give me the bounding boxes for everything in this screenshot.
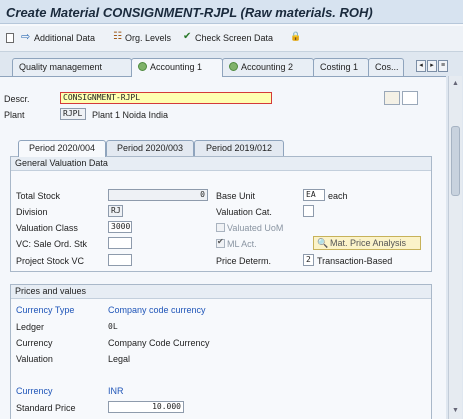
currency-type-value: Company code currency — [108, 305, 206, 315]
project-stock-vc-field[interactable] — [108, 254, 132, 266]
scroll-down-icon[interactable]: ▼ — [451, 406, 460, 415]
tab-scroll-left-button[interactable]: ◂ — [416, 60, 426, 72]
standard-price-label: Standard Price — [16, 403, 76, 413]
document-page-icon[interactable] — [402, 91, 418, 105]
magnifier-icon: 🔍 — [317, 238, 329, 248]
additional-data-button[interactable]: Additional Data — [21, 30, 96, 43]
tab-label: Costing 1 — [320, 62, 359, 72]
total-stock-label: Total Stock — [16, 191, 61, 201]
tab-scroll-right-button[interactable]: ▸ — [427, 60, 437, 72]
tab-accounting-2[interactable]: Accounting 2 — [222, 58, 314, 76]
tab-period-2019-012[interactable]: Period 2019/012 — [194, 140, 284, 156]
valuation-class-label: Valuation Class — [16, 223, 78, 233]
valuated-uom-checkbox[interactable] — [216, 223, 225, 232]
base-unit-text: each — [328, 191, 348, 201]
period-tab-label: Period 2020/003 — [116, 143, 184, 153]
org-tree-icon — [113, 31, 123, 43]
vertical-scrollbar[interactable]: ▲ ▼ — [448, 76, 462, 419]
window-title-bar: Create Material CONSIGNMENT-RJPL (Raw ma… — [0, 0, 463, 24]
tab-label: Accounting 1 — [150, 62, 203, 72]
ml-act-label: ML Act. — [227, 239, 257, 249]
currency-2-label: Currency — [16, 386, 53, 396]
mat-price-analysis-label: Mat. Price Analysis — [330, 238, 407, 248]
new-document-button[interactable] — [6, 33, 14, 43]
vc-sale-ord-stk-label: VC: Sale Ord. Stk — [16, 239, 88, 249]
application-toolbar: Additional Data Org. Levels Check Screen… — [0, 26, 463, 52]
descr-label: Descr. — [4, 94, 30, 104]
valuation-class-field[interactable]: 3000 — [108, 221, 132, 233]
tab-quality-management[interactable]: Quality management — [12, 58, 132, 76]
lock-icon — [290, 31, 301, 43]
tab-period-2020-003[interactable]: Period 2020/003 — [106, 140, 194, 156]
plant-code-field: RJPL — [60, 108, 86, 120]
long-text-icon[interactable] — [384, 91, 400, 105]
plant-label: Plant — [4, 110, 25, 120]
org-levels-button[interactable]: Org. Levels — [113, 31, 172, 43]
description-field[interactable]: CONSIGNMENT-RJPL — [60, 92, 272, 104]
period-tabstrip: Period 2020/004 Period 2020/003 Period 2… — [10, 140, 430, 157]
valuation-label: Valuation — [16, 354, 53, 364]
currency-label: Currency — [16, 338, 53, 348]
price-determ-label: Price Determ. — [216, 256, 272, 266]
check-icon — [183, 31, 193, 43]
org-levels-label: Org. Levels — [125, 33, 172, 43]
currency-value: Company Code Currency — [108, 338, 210, 348]
check-screen-data-label: Check Screen Data — [195, 33, 274, 43]
window-title: Create Material CONSIGNMENT-RJPL (Raw ma… — [6, 5, 373, 20]
tab-label: Quality management — [19, 62, 103, 72]
currency-type-label: Currency Type — [16, 305, 75, 315]
status-ok-icon — [229, 62, 238, 71]
division-field: RJ — [108, 205, 123, 217]
base-unit-label: Base Unit — [216, 191, 256, 201]
base-unit-field[interactable]: EA — [303, 189, 325, 201]
group-title: General Valuation Data — [11, 157, 431, 171]
tab-label: Accounting 2 — [241, 62, 294, 72]
period-tab-label: Period 2019/012 — [205, 143, 273, 153]
valuation-value: Legal — [108, 354, 131, 364]
status-ok-icon — [138, 62, 147, 71]
group-title: Prices and values — [11, 285, 431, 299]
plant-name: Plant 1 Noida India — [92, 110, 169, 120]
price-determ-field[interactable]: 2 — [303, 254, 314, 266]
ml-act-checkbox[interactable] — [216, 237, 225, 248]
period-tab-label: Period 2020/004 — [28, 143, 96, 153]
tab-accounting-1[interactable]: Accounting 1 — [131, 58, 223, 77]
price-determ-text: Transaction-Based — [317, 256, 393, 266]
mat-price-analysis-button[interactable]: 🔍 Mat. Price Analysis — [313, 236, 421, 250]
tab-label: Cos... — [375, 62, 399, 72]
vc-sale-ord-stk-field[interactable] — [108, 237, 132, 249]
arrow-right-icon — [21, 30, 32, 43]
tab-list-button[interactable]: ≡ — [438, 60, 448, 72]
valuation-cat-field[interactable] — [303, 205, 314, 217]
scroll-up-icon[interactable]: ▲ — [451, 79, 460, 88]
standard-price-field[interactable]: 10.000 — [108, 401, 184, 413]
scroll-thumb[interactable] — [451, 126, 460, 196]
total-stock-field: 0 — [108, 189, 208, 201]
valuated-uom-label: Valuated UoM — [227, 223, 284, 233]
project-stock-vc-label: Project Stock VC — [16, 256, 85, 266]
tab-costing-1[interactable]: Costing 1 — [313, 58, 369, 76]
currency-2-value: INR — [108, 386, 124, 396]
ledger-label: Ledger — [16, 322, 45, 332]
ledger-value: 0L — [108, 322, 118, 331]
additional-data-label: Additional Data — [34, 33, 96, 43]
tab-period-2020-004[interactable]: Period 2020/004 — [18, 140, 106, 157]
valuation-cat-label: Valuation Cat. — [216, 207, 272, 217]
document-icon — [6, 33, 14, 43]
division-label: Division — [16, 207, 48, 217]
main-tabstrip: Quality management Accounting 1 Accounti… — [6, 58, 448, 77]
lock-button[interactable] — [290, 31, 301, 43]
tab-costing-2[interactable]: Cos... — [368, 58, 404, 76]
check-screen-data-button[interactable]: Check Screen Data — [183, 31, 274, 43]
